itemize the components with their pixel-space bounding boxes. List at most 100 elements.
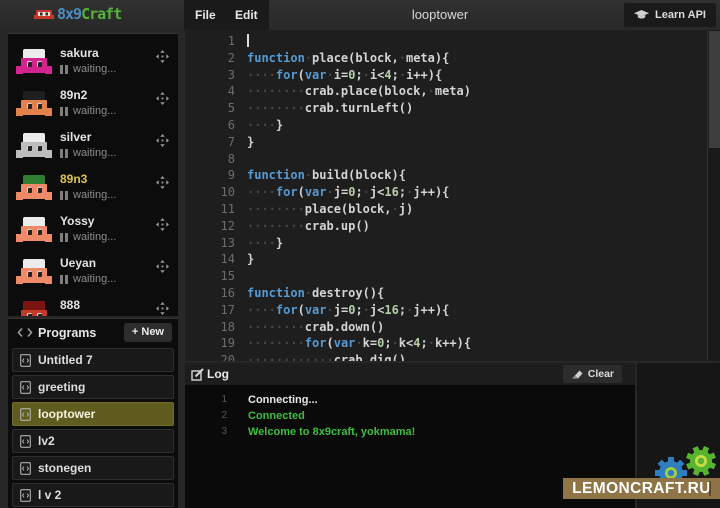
player-name: 888 <box>60 298 80 312</box>
log-row: 2 Connected <box>185 408 635 424</box>
code-line: 2 function·place(block,·meta){ <box>185 50 720 67</box>
line-number: 13 <box>185 235 235 252</box>
player-row[interactable]: Yossy waiting... <box>8 210 178 252</box>
log-line-number: 3 <box>185 424 227 440</box>
programs-title: Programs <box>38 326 96 340</box>
code-file-icon <box>20 381 31 394</box>
code-file-icon <box>20 489 31 502</box>
player-status-text: waiting... <box>73 63 116 75</box>
log-body: 1 Connecting... 2 Connected 3 Welcome to… <box>185 385 635 440</box>
player-status: waiting... <box>60 273 116 285</box>
line-number: 19 <box>185 335 235 352</box>
program-item[interactable]: greeting <box>12 375 174 399</box>
program-name: stonegen <box>38 461 91 475</box>
editor-scrollbar-thumb[interactable] <box>709 31 720 148</box>
move-player-icon[interactable] <box>156 50 169 63</box>
new-program-button[interactable]: + New <box>124 323 172 342</box>
watermark-banner: LEMONCRAFT.RU <box>563 478 720 499</box>
move-player-icon[interactable] <box>156 92 169 105</box>
player-status-text: waiting... <box>73 147 116 159</box>
move-player-icon[interactable] <box>156 134 169 147</box>
crab-avatar-icon <box>16 259 52 285</box>
learn-api-label: Learn API <box>655 9 706 21</box>
move-player-icon[interactable] <box>156 176 169 189</box>
program-item[interactable]: stonegen <box>12 456 174 480</box>
move-player-icon[interactable] <box>156 218 169 231</box>
log-line-number: 1 <box>185 392 227 408</box>
crab-avatar-icon <box>16 133 52 159</box>
code-text: ········crab.down() <box>235 319 384 336</box>
player-row[interactable]: sakura waiting... <box>8 42 178 84</box>
code-line: 6 ····} <box>185 117 720 134</box>
code-text: } <box>235 134 254 151</box>
player-status-text: waiting... <box>73 273 116 285</box>
crab-avatar-icon <box>16 175 52 201</box>
program-item[interactable]: looptower <box>12 402 174 426</box>
line-number: 8 <box>185 151 235 168</box>
move-player-icon[interactable] <box>156 260 169 273</box>
code-line: 13 ····} <box>185 235 720 252</box>
code-line: 14 } <box>185 251 720 268</box>
line-number: 15 <box>185 268 235 285</box>
crab-avatar-icon <box>16 91 52 117</box>
code-line: 20 ············crab.dig() <box>185 352 720 361</box>
crab-avatar-icon <box>16 49 52 75</box>
log-message: Welcome to 8x9craft, yokmama! <box>227 424 415 440</box>
program-name: greeting <box>38 380 85 394</box>
code-line: 8 <box>185 151 720 168</box>
program-item[interactable]: lv2 <box>12 429 174 453</box>
log-row: 3 Welcome to 8x9craft, yokmama! <box>185 424 635 440</box>
code-text: ····for(var·j=0;·j<16;·j++){ <box>235 302 449 319</box>
player-row[interactable]: 888 waiting... <box>8 294 178 316</box>
program-name: looptower <box>38 407 95 421</box>
program-item[interactable]: l v 2 <box>12 483 174 507</box>
log-row: 1 Connecting... <box>185 392 635 408</box>
move-player-icon[interactable] <box>156 302 169 315</box>
player-status: waiting... <box>60 147 116 159</box>
player-name: Ueyan <box>60 256 96 270</box>
top-menubar: 8x9Craft File Edit looptower Learn API <box>0 0 720 30</box>
player-name: sakura <box>60 46 99 60</box>
crab-logo-icon <box>34 7 54 21</box>
player-row[interactable]: silver waiting... <box>8 126 178 168</box>
crab-avatar-icon <box>16 301 52 316</box>
player-name: silver <box>60 130 91 144</box>
pause-icon <box>60 191 68 200</box>
player-status: waiting... <box>60 63 116 75</box>
text-cursor <box>247 34 249 47</box>
code-line: 19 ········for(var·k=0;·k<4;·k++){ <box>185 335 720 352</box>
player-status: waiting... <box>60 189 116 201</box>
code-text <box>235 33 249 50</box>
code-text: function·destroy(){ <box>235 285 384 302</box>
line-number: 5 <box>185 100 235 117</box>
program-item[interactable]: Untitled 7 <box>12 348 174 372</box>
clear-log-button[interactable]: Clear <box>563 365 622 383</box>
code-file-icon <box>20 462 31 475</box>
player-row[interactable]: 89n2 waiting... <box>8 84 178 126</box>
log-header: Log Clear <box>185 363 635 385</box>
code-line: 15 <box>185 268 720 285</box>
code-editor[interactable]: 1 2 function·place(block,·meta){ 3 ····f… <box>185 30 720 361</box>
pause-icon <box>60 149 68 158</box>
line-number: 10 <box>185 184 235 201</box>
player-status: waiting... <box>60 315 116 316</box>
log-message: Connecting... <box>227 392 318 408</box>
watermark-fineprint <box>666 500 702 506</box>
program-name: Untitled 7 <box>38 353 93 367</box>
code-text <box>235 151 247 168</box>
clear-label: Clear <box>588 368 614 380</box>
log-message: Connected <box>227 408 305 424</box>
players-panel: sakura waiting... 89n2 waiting... <box>8 33 178 316</box>
code-text: ····} <box>235 235 283 252</box>
line-number: 16 <box>185 285 235 302</box>
code-text: ····for(var·j=0;·j<16;·j++){ <box>235 184 449 201</box>
code-text <box>235 268 247 285</box>
watermark-text: LEMONCRAFT.RU <box>563 480 720 498</box>
player-row[interactable]: Ueyan waiting... <box>8 252 178 294</box>
player-row[interactable]: 89n3 waiting... <box>8 168 178 210</box>
player-name: Yossy <box>60 214 94 228</box>
editor-scrollbar[interactable] <box>707 30 720 361</box>
line-number: 1 <box>185 33 235 50</box>
line-number: 20 <box>185 352 235 361</box>
learn-api-button[interactable]: Learn API <box>624 3 716 27</box>
